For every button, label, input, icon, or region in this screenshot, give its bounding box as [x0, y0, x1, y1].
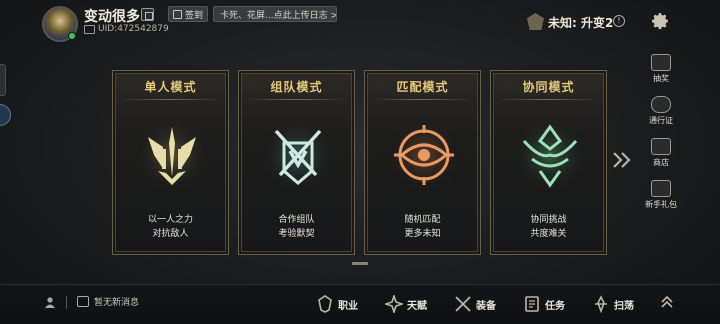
upload-log-link[interactable]: 卡死、花屏...点此上传日志 > — [213, 6, 337, 22]
gift-icon — [651, 180, 671, 197]
rank-emblem-icon — [527, 13, 544, 30]
bottom-bar: 暂无新消息 职业 天赋 装备 任务 扫荡 — [0, 284, 720, 324]
sweep-icon — [595, 295, 607, 313]
mode-title: 组队模式 — [270, 80, 323, 94]
calendar-icon — [173, 9, 182, 19]
signin-label: 签到 — [185, 10, 204, 21]
info-icon[interactable]: ! — [613, 15, 625, 27]
shop-icon — [651, 138, 671, 155]
nav-class-button[interactable]: 职业 — [316, 291, 358, 317]
gear-icon[interactable] — [650, 11, 670, 31]
person-icon[interactable] — [44, 296, 56, 308]
title-divider — [373, 99, 472, 100]
chat-message[interactable]: 暂无新消息 — [94, 295, 139, 308]
mode-description-line2: 更多未知 — [404, 229, 441, 239]
left-floating-button[interactable] — [0, 104, 11, 126]
mode-description-line2: 共度难关 — [530, 229, 567, 239]
side-menu-lottery[interactable]: 抽奖 — [641, 54, 681, 90]
mode-card-solo[interactable]: 单人模式 以一人之力 对抗敌人 — [112, 70, 229, 255]
mode-description-line1: 以一人之力 — [147, 215, 193, 225]
title-divider — [247, 99, 346, 100]
online-status-indicator — [68, 32, 76, 40]
divider — [66, 296, 67, 309]
side-menu-label: 新手礼包 — [645, 200, 677, 209]
side-menu-label: 通行证 — [649, 116, 673, 125]
nav-label: 职业 — [338, 300, 358, 312]
mode-title: 匹配模式 — [396, 80, 449, 94]
mode-title: 协同模式 — [522, 80, 575, 94]
left-drawer-handle[interactable] — [0, 64, 6, 96]
quest-icon — [525, 296, 539, 312]
signin-button[interactable]: 签到 — [168, 6, 208, 22]
crossed-swords-emblem-icon — [260, 117, 336, 193]
side-menu-pass[interactable]: 通行证 — [641, 96, 681, 132]
mode-description-line1: 随机匹配 — [404, 215, 441, 225]
title-divider — [121, 99, 220, 100]
mode-title: 单人模式 — [144, 80, 197, 94]
mode-description-line2: 对抗敌人 — [152, 229, 189, 239]
mode-card-match[interactable]: 匹配模式 随机匹配 更多未知 — [364, 70, 481, 255]
top-bar: 变动很多 UID:472542879 签到 卡死、花屏...点此上传日志 > 未… — [0, 0, 720, 48]
pass-icon — [651, 96, 671, 113]
mode-card-team[interactable]: 组队模式 合作组队 考验默契 — [238, 70, 355, 255]
username: 变动很多 — [84, 9, 140, 25]
nav-label: 装备 — [476, 300, 496, 312]
nav-label: 天赋 — [407, 300, 427, 312]
mode-description-line1: 合作组队 — [278, 215, 315, 225]
nav-talent-button[interactable]: 天赋 — [385, 291, 427, 317]
crest-emblem-icon — [512, 117, 588, 193]
nav-sweep-button[interactable]: 扫荡 — [592, 291, 634, 317]
side-menu-label: 抽奖 — [653, 74, 669, 83]
rank-status: 未知: 升变2 — [548, 16, 614, 30]
mode-card-coop[interactable]: 协同模式 协同挑战 共度难关 — [490, 70, 607, 255]
copy-icon[interactable] — [141, 8, 154, 21]
mode-description-line2: 考验默契 — [278, 229, 315, 239]
nav-quest-button[interactable]: 任务 — [523, 291, 565, 317]
side-menu-gift[interactable]: 新手礼包 — [641, 180, 681, 216]
lottery-icon — [651, 54, 671, 71]
nav-label: 任务 — [545, 300, 565, 312]
nav-label: 扫荡 — [614, 300, 634, 312]
equipment-icon — [455, 296, 471, 312]
chat-bubble-icon — [77, 296, 89, 307]
eye-emblem-icon — [386, 117, 462, 193]
sword-shield-emblem-icon — [134, 117, 210, 193]
class-icon — [318, 295, 332, 313]
mode-description-line1: 协同挑战 — [530, 215, 567, 225]
user-id: UID:472542879 — [98, 24, 169, 34]
talent-icon — [385, 295, 403, 313]
chevron-up-icon[interactable] — [660, 295, 674, 309]
title-divider — [499, 99, 598, 100]
page-indicator — [352, 262, 368, 265]
id-card-icon — [84, 25, 95, 34]
side-menu-shop[interactable]: 商店 — [641, 138, 681, 174]
chevron-right-icon[interactable] — [612, 151, 632, 169]
side-menu-label: 商店 — [653, 158, 669, 167]
nav-equipment-button[interactable]: 装备 — [454, 291, 496, 317]
